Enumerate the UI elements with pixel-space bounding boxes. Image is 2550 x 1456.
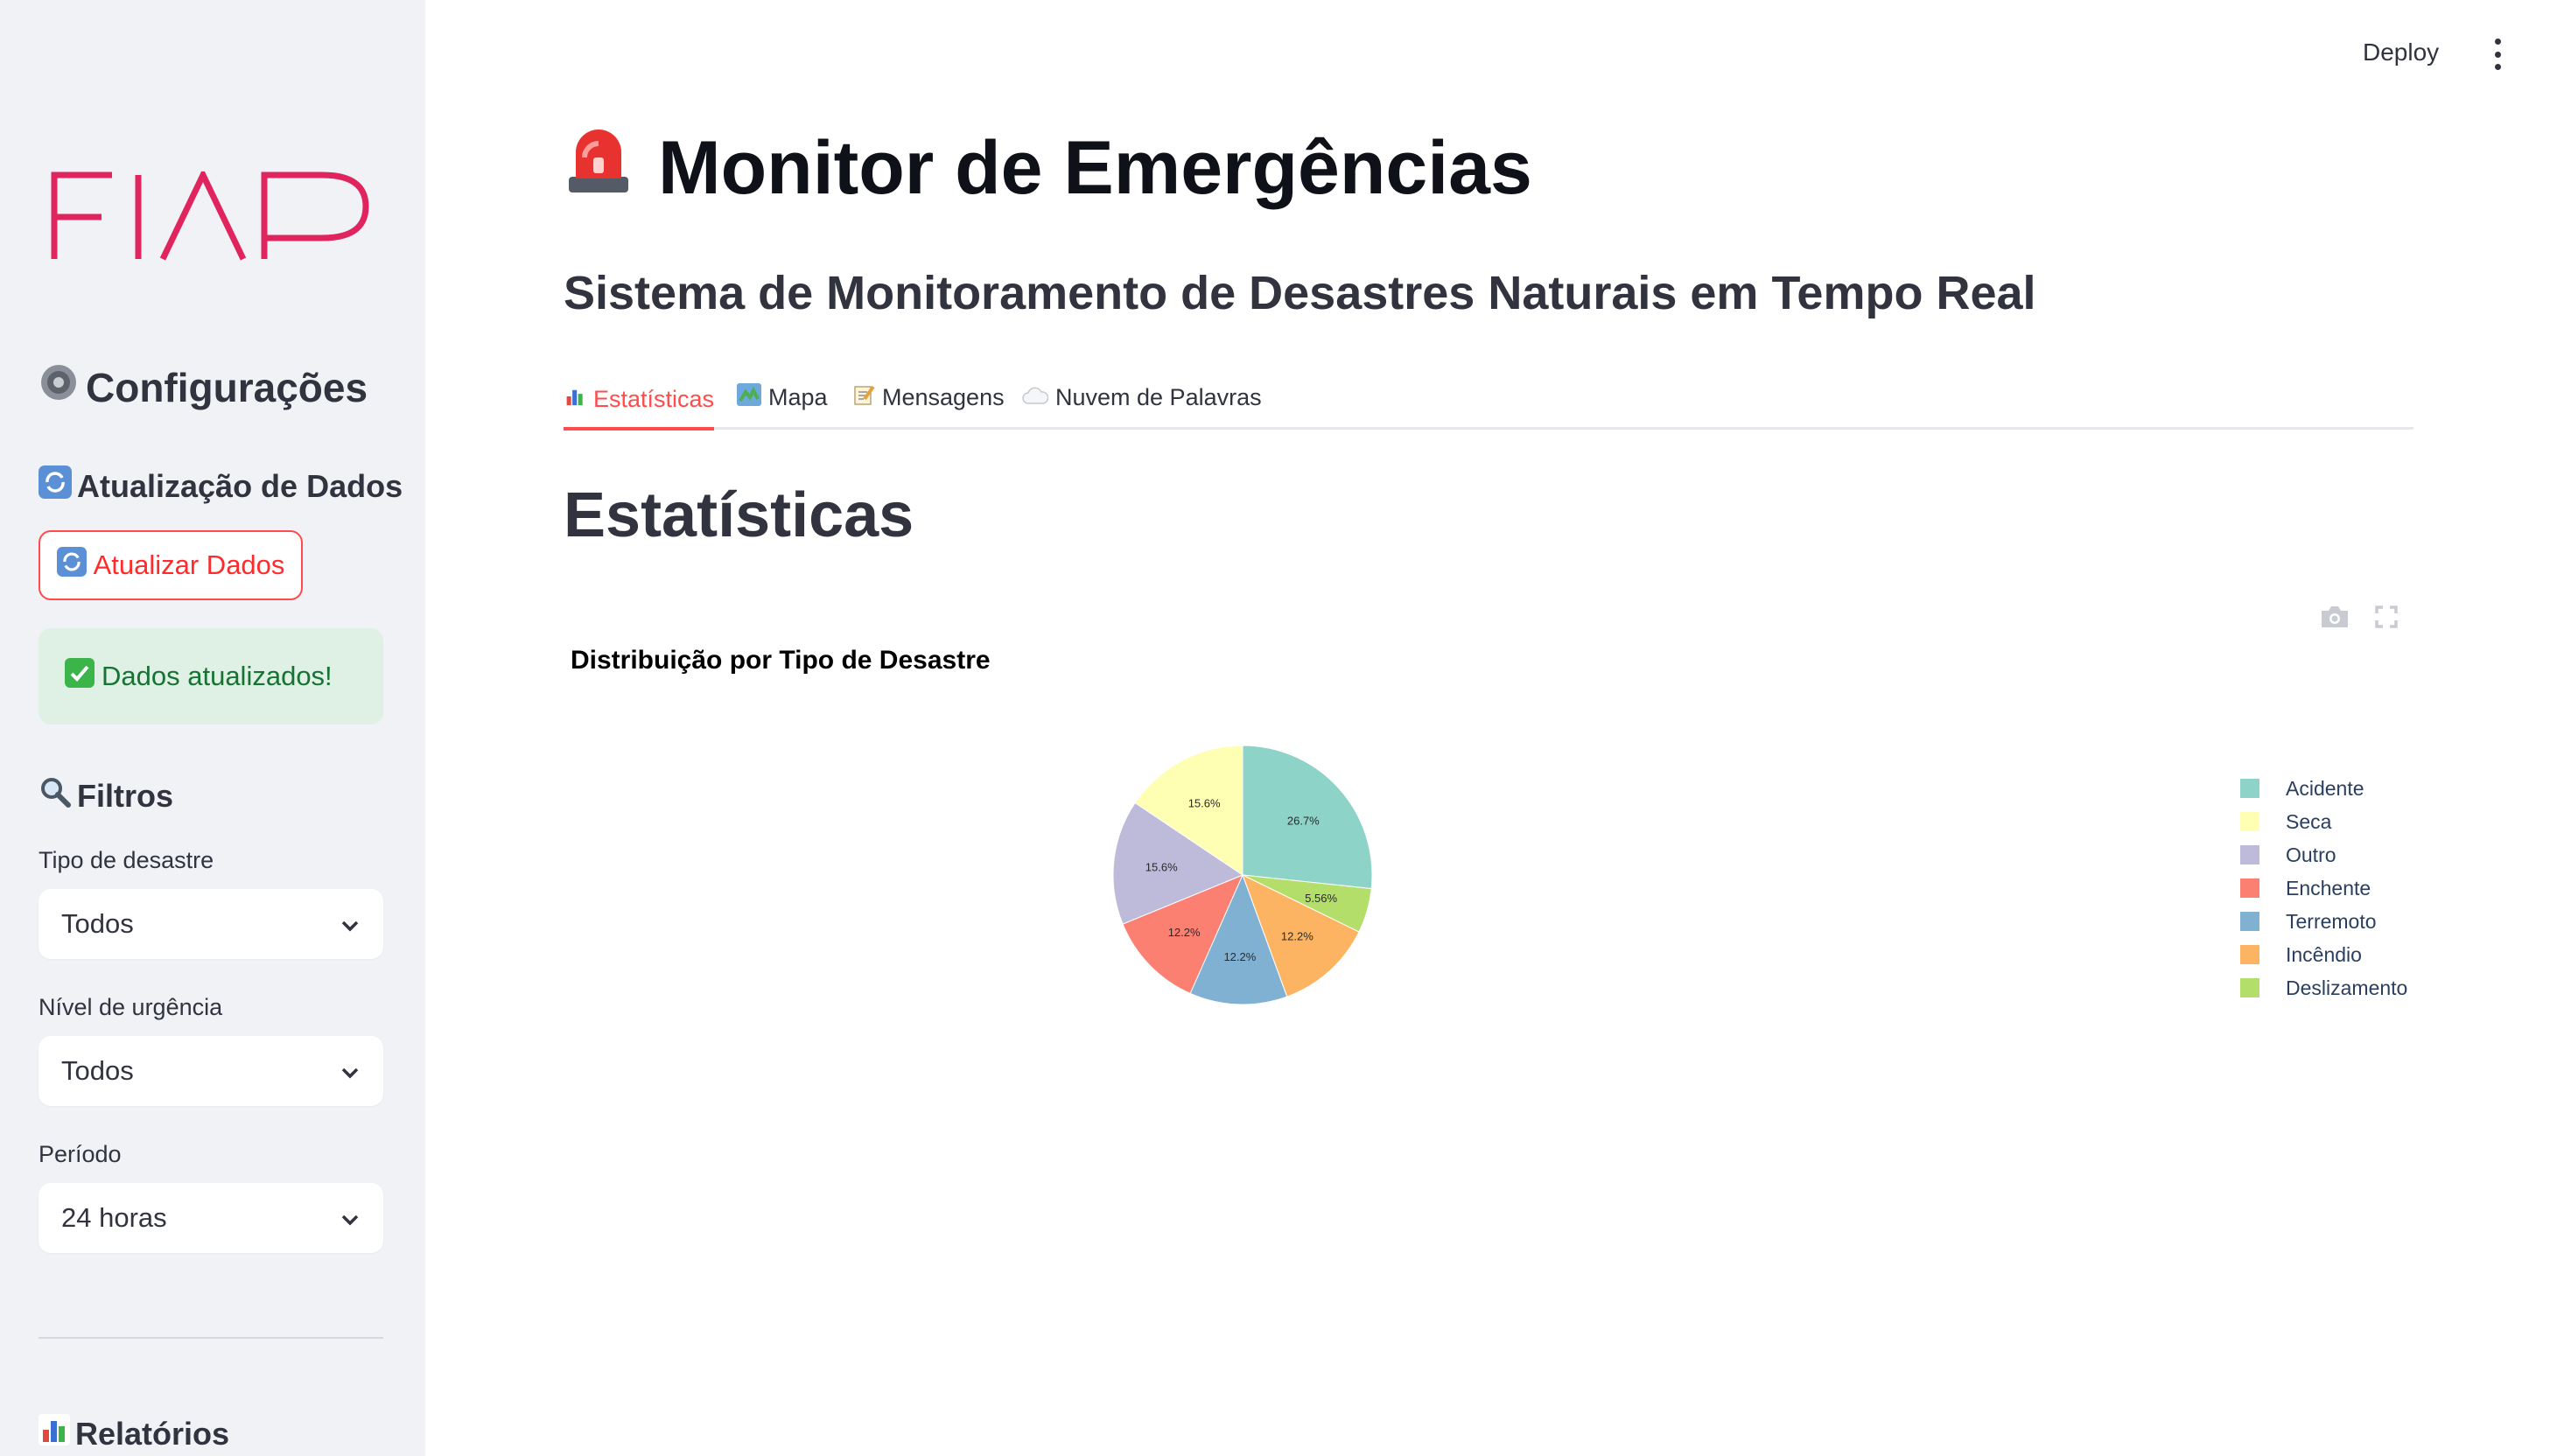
pie-chart: 26.7% 5.56% 12.2% 12.2% 12.2% 15.6% 15.6% — [1112, 745, 1373, 1005]
chart-legend: Acidente Seca Outro Enchente Terremoto Incênd… — [2240, 772, 2407, 1004]
pie-label-seca: 15.6% — [1188, 797, 1221, 810]
pie-label-enchente: 12.2% — [1168, 926, 1201, 939]
section-title: Estatísticas — [564, 480, 914, 550]
config-title: Configurações — [86, 364, 368, 410]
urgency-select[interactable]: Todos — [39, 1036, 383, 1106]
legend-swatch — [2240, 945, 2259, 964]
page-subtitle: Sistema de Monitoramento de Desastres Na… — [564, 267, 2036, 319]
legend-label: Enchente — [2286, 876, 2371, 900]
legend-item-seca[interactable]: Seca — [2240, 805, 2407, 838]
config-heading: Configurações — [39, 362, 368, 412]
tab-statistics-label: Estatísticas — [593, 385, 715, 412]
legend-label: Terremoto — [2286, 909, 2377, 933]
tab-statistics[interactable]: Estatísticas — [564, 371, 715, 430]
bar-chart-icon — [39, 1414, 70, 1453]
deploy-button[interactable]: Deploy — [2363, 38, 2439, 66]
pie-label-outro: 15.6% — [1145, 861, 1178, 874]
tab-map[interactable]: Mapa — [737, 371, 828, 424]
pie-label-incêndio: 12.2% — [1281, 929, 1314, 942]
legend-item-enchente[interactable]: Enchente — [2240, 872, 2407, 905]
disaster-type-select[interactable]: Todos — [39, 889, 383, 959]
chevron-down-icon — [340, 1202, 361, 1234]
legend-item-incêndio[interactable]: Incêndio — [2240, 938, 2407, 971]
legend-swatch — [2240, 978, 2259, 998]
chart-title: Distribuição por Tipo de Desastre — [571, 646, 991, 675]
success-message: Dados atualizados! — [102, 661, 333, 691]
bar-chart-icon — [564, 385, 586, 414]
magnifier-icon — [39, 775, 72, 816]
legend-item-outro[interactable]: Outro — [2240, 838, 2407, 872]
legend-swatch — [2240, 812, 2259, 831]
memo-icon — [852, 383, 875, 412]
refresh-icon — [39, 466, 72, 507]
sidebar-divider — [39, 1337, 383, 1339]
legend-swatch — [2240, 779, 2259, 798]
reports-heading: Relatórios — [39, 1414, 229, 1453]
fiap-logo — [51, 167, 369, 265]
disaster-type-label: Tipo de desastre — [39, 847, 214, 873]
legend-swatch — [2240, 845, 2259, 864]
success-alert: Dados atualizados! — [39, 628, 383, 724]
reports-title: Relatórios — [75, 1415, 230, 1452]
page-title-text: Monitor de Emergências — [658, 126, 1532, 210]
update-data-button[interactable]: Atualizar Dados — [39, 530, 303, 600]
legend-swatch — [2240, 878, 2259, 898]
tab-bar: Estatísticas Mapa Mensagens Nuvem de Pal… — [564, 371, 2413, 430]
pie-label-terremoto: 12.2% — [1223, 950, 1256, 963]
urgency-label: Nível de urgência — [39, 994, 223, 1020]
legend-label: Deslizamento — [2286, 976, 2408, 999]
update-button-label: Atualizar Dados — [93, 550, 285, 580]
legend-label: Acidente — [2286, 776, 2364, 800]
legend-swatch — [2240, 912, 2259, 931]
main-menu-icon[interactable] — [2492, 38, 2503, 70]
period-select[interactable]: 24 horas — [39, 1183, 383, 1253]
tab-messages-label: Mensagens — [882, 384, 1005, 410]
tab-word-cloud-label: Nuvem de Palavras — [1055, 384, 1262, 410]
legend-item-terremoto[interactable]: Terremoto — [2240, 905, 2407, 938]
chart-toolbar — [2319, 604, 2399, 634]
legend-item-deslizamento[interactable]: Deslizamento — [2240, 971, 2407, 1004]
tab-messages[interactable]: Mensagens — [852, 371, 1005, 424]
tab-map-label: Mapa — [768, 384, 828, 410]
chevron-down-icon — [340, 908, 361, 940]
legend-label: Outro — [2286, 843, 2336, 866]
filters-heading: Filtros — [39, 775, 173, 816]
disaster-type-value: Todos — [61, 908, 134, 939]
pie-slices — [1112, 745, 1373, 1005]
update-section-heading: Atualização de Dados — [39, 466, 403, 507]
period-label: Período — [39, 1141, 122, 1167]
cloud-icon — [1022, 384, 1049, 411]
sidebar: Configurações Atualização de Dados Atual… — [0, 0, 425, 1456]
gear-icon — [39, 362, 79, 412]
refresh-icon — [56, 547, 87, 584]
filters-title: Filtros — [77, 777, 174, 814]
legend-item-acidente[interactable]: Acidente — [2240, 772, 2407, 805]
camera-icon[interactable] — [2319, 604, 2350, 634]
fullscreen-icon[interactable] — [2373, 604, 2399, 634]
fiap-logo-graphic — [51, 167, 369, 261]
check-mark-icon — [65, 658, 95, 695]
map-icon — [737, 383, 761, 412]
pie-label-acidente: 26.7% — [1287, 815, 1320, 828]
tab-word-cloud[interactable]: Nuvem de Palavras — [1022, 371, 1262, 424]
chevron-down-icon — [340, 1055, 361, 1087]
legend-label: Seca — [2286, 809, 2332, 833]
update-section-title: Atualização de Dados — [77, 467, 403, 504]
urgency-value: Todos — [61, 1055, 134, 1086]
rotating-light-icon — [564, 122, 634, 214]
pie-label-deslizamento: 5.56% — [1305, 892, 1337, 905]
legend-label: Incêndio — [2286, 942, 2362, 966]
page-title: Monitor de Emergências — [564, 122, 1532, 214]
period-value: 24 horas — [61, 1202, 167, 1233]
